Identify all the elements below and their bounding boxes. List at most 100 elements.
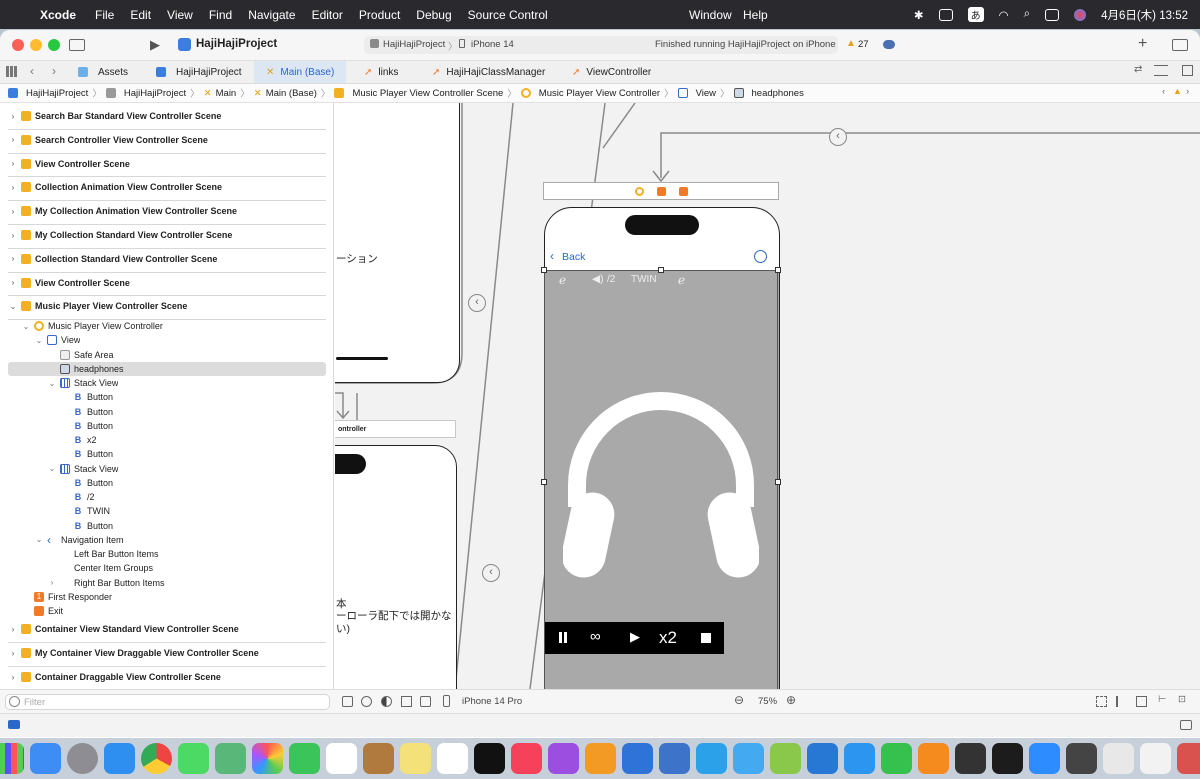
maps-icon[interactable] [214, 743, 246, 774]
calculator-icon[interactable] [1065, 743, 1097, 774]
zoom-window-button[interactable] [48, 39, 60, 51]
menu-find[interactable]: Find [209, 8, 232, 22]
chevron-down-icon[interactable]: ⌄ [47, 379, 57, 388]
messages-icon[interactable] [177, 743, 209, 774]
tab-main-base[interactable]: ✕ Main (Base) [254, 61, 346, 83]
breadcrumb-item[interactable]: HajiHajiProject [26, 88, 88, 99]
notes-icon[interactable] [399, 743, 431, 774]
outline-item-row[interactable]: ⌄ Stack View [0, 376, 333, 390]
menu-file[interactable]: File [95, 8, 114, 22]
headphones-image-view[interactable]: ℯ ◀) /2 TWIN ℯ ∞ ▶ x2 [545, 270, 779, 689]
outline-scene-row[interactable]: › Search Bar Standard View Controller Sce… [0, 109, 333, 123]
segue-icon[interactable]: ‹ [468, 294, 486, 312]
outline-item-row[interactable]: B TWIN [0, 504, 333, 518]
keynote-icon[interactable] [843, 743, 875, 774]
chevron-right-icon[interactable]: › [47, 578, 57, 587]
outline-scene-row[interactable]: › Container Draggable View Controller Sce… [0, 670, 333, 684]
breadcrumb-item[interactable]: HajiHajiProject [124, 88, 186, 99]
outline-item-row[interactable]: ⌄ ‹ Navigation Item [0, 533, 333, 547]
outline-item-row[interactable]: Left Bar Button Items [0, 547, 333, 561]
reminders-icon[interactable] [436, 743, 468, 774]
outline-scene-row[interactable]: › View Controller Scene [0, 276, 333, 290]
breadcrumb-item[interactable]: headphones [752, 88, 804, 99]
twin-button[interactable]: TWIN [631, 274, 657, 285]
filter-field[interactable]: Filter [5, 694, 330, 710]
menu-source-control[interactable]: Source Control [468, 8, 548, 22]
contacts-icon[interactable] [362, 743, 394, 774]
sidebar-toggle-icon[interactable] [69, 39, 85, 51]
segue-icon[interactable]: ‹ [482, 564, 500, 582]
debug-area-toggle-icon[interactable] [8, 720, 20, 729]
zoom-app-icon[interactable] [1028, 743, 1060, 774]
chevron-right-icon[interactable]: › [8, 159, 18, 168]
outline-scene-row[interactable]: › My Collection Standard View Controller … [0, 228, 333, 242]
resize-handle[interactable] [775, 479, 781, 485]
outline-scene-row[interactable]: › Collection Standard View Controller Sce… [0, 252, 333, 266]
device-icon[interactable] [443, 695, 450, 707]
scene-left-bottom[interactable]: 本 ーローラ配下では開かな い) [335, 445, 457, 689]
battery-icon[interactable] [938, 8, 953, 21]
outline-item-row[interactable]: ⌄ Music Player View Controller [0, 319, 333, 333]
chevron-down-icon[interactable]: ⌄ [21, 322, 31, 331]
device-selector[interactable]: iPhone 14 [471, 39, 514, 50]
appstore-icon[interactable] [732, 743, 764, 774]
outline-item-row[interactable]: headphones [8, 361, 326, 376]
outline-scene-row[interactable]: › My Container View Draggable View Contro… [0, 646, 333, 660]
menu-editor[interactable]: Editor [312, 8, 343, 22]
outline-item-row[interactable]: Center Item Groups [0, 561, 333, 575]
warning-count[interactable]: 27 [858, 39, 869, 50]
launchpad-icon[interactable] [0, 743, 24, 774]
outline-scene-row[interactable]: ⌄ Music Player View Controller Scene [0, 299, 333, 313]
close-window-button[interactable] [12, 39, 24, 51]
safari-icon[interactable] [103, 743, 135, 774]
numbers-chart-icon[interactable] [880, 743, 912, 774]
outline-item-row[interactable]: B Button [0, 419, 333, 433]
control-center-icon[interactable] [1045, 8, 1060, 21]
chevron-right-icon[interactable]: › [8, 649, 18, 658]
prev-issue-icon[interactable]: ‹ [1162, 86, 1165, 97]
spotlight-icon[interactable]: ⌕ [1024, 8, 1030, 21]
outline-item-row[interactable]: Exit [0, 604, 333, 618]
forward-nav-icon[interactable]: › [52, 64, 56, 78]
chevron-down-icon[interactable]: ⌄ [34, 535, 44, 544]
scene-dock[interactable] [543, 182, 779, 200]
warning-icon[interactable]: ▲ [846, 38, 856, 49]
tab-links[interactable]: ➚ links [352, 61, 422, 83]
chrome-icon[interactable] [140, 743, 172, 774]
chevron-down-icon[interactable]: ⌄ [47, 464, 57, 473]
textedit-icon[interactable] [1139, 743, 1171, 774]
breadcrumb-item[interactable]: Main (Base) [266, 88, 317, 99]
ear-icon[interactable]: ℯ [559, 273, 566, 287]
ear-icon[interactable]: ℯ [678, 273, 685, 287]
embed-in-icon[interactable]: ⊡ [1178, 694, 1186, 705]
x2-button[interactable]: x2 [659, 628, 677, 648]
stop-icon[interactable] [701, 633, 711, 643]
back-nav-icon[interactable]: ‹ [30, 64, 34, 78]
numbers-icon[interactable] [769, 743, 801, 774]
chevron-right-icon[interactable]: › [8, 625, 18, 634]
outline-scene-row[interactable]: › Container View Standard View Controller… [0, 622, 333, 636]
outline-scene-row[interactable]: › My Collection Animation View Controller… [0, 204, 333, 218]
half-speed-button[interactable]: /2 [607, 274, 615, 285]
breadcrumb-item[interactable]: View [696, 88, 716, 99]
chevron-right-icon[interactable]: › [8, 183, 18, 192]
inspector-toggle-icon[interactable] [1172, 39, 1188, 51]
menu-debug[interactable]: Debug [416, 8, 451, 22]
outline-item-row[interactable]: ⌄ View [0, 333, 333, 347]
outline-item-row[interactable]: B Button [0, 476, 333, 490]
chevron-right-icon[interactable]: › [8, 112, 18, 121]
outline-scene-row[interactable]: › Search Controller View Controller Scene [0, 133, 333, 147]
resolve-issues-icon[interactable]: ⊢ [1158, 694, 1166, 705]
outline-scene-row[interactable]: › View Controller Scene [0, 157, 333, 171]
outline-toggle-icon[interactable] [342, 696, 353, 707]
related-items-icon[interactable]: ⇄ [1134, 64, 1142, 75]
resize-handle[interactable] [541, 479, 547, 485]
zoom-level[interactable]: 75% [758, 696, 777, 707]
pause-icon[interactable] [559, 632, 562, 643]
first-responder-icon[interactable] [657, 187, 666, 196]
dark-mode-icon[interactable] [381, 696, 392, 707]
menu-view[interactable]: View [167, 8, 193, 22]
exit-icon[interactable] [679, 187, 688, 196]
siri-icon[interactable] [1074, 8, 1087, 21]
next-issue-icon[interactable]: › [1186, 86, 1189, 97]
